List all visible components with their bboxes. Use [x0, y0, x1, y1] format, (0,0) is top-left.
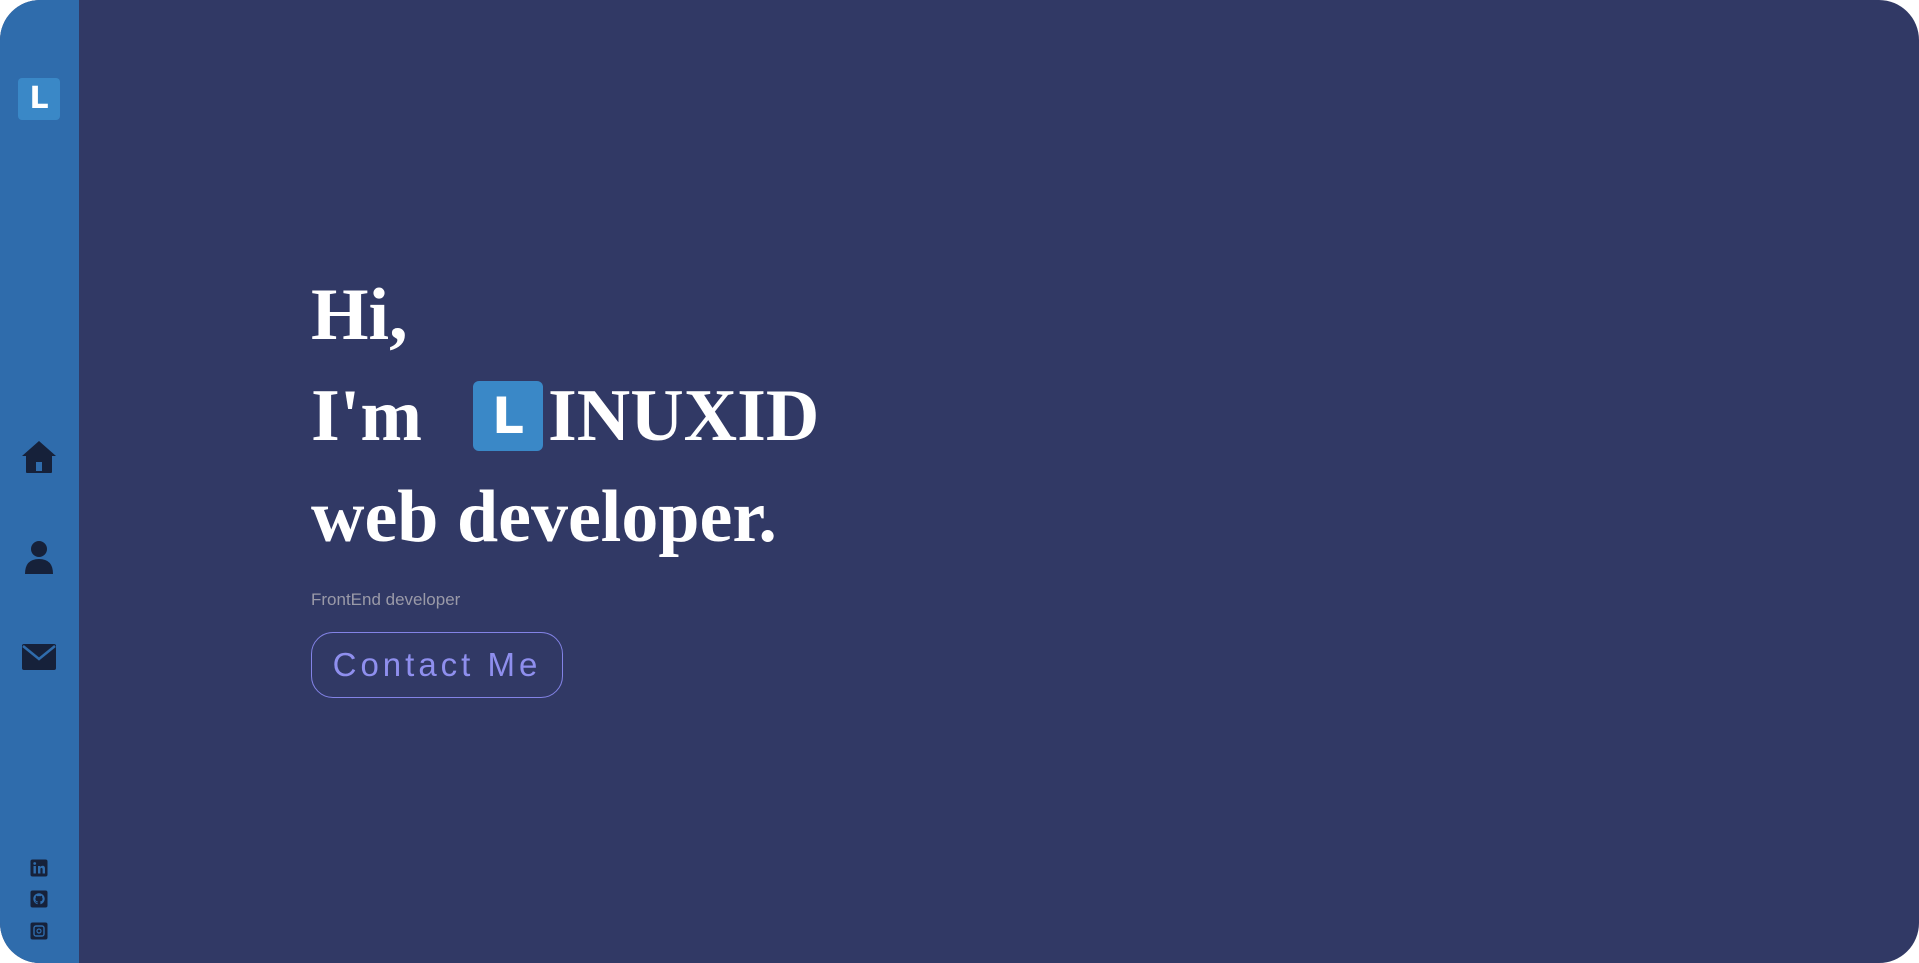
greeting-heading: Hi, — [311, 274, 408, 356]
role-heading: web developer. — [311, 476, 777, 558]
linkedin-icon[interactable] — [30, 859, 48, 877]
codepen-icon[interactable] — [30, 922, 48, 940]
app-window: L Hi, I'm L INUXID web developer. FrontE… — [0, 0, 1919, 963]
intro-prefix: I'm — [311, 375, 422, 457]
mail-icon[interactable] — [20, 638, 58, 676]
sidebar: L — [0, 0, 79, 963]
name-badge: L — [473, 381, 543, 451]
logo[interactable]: L — [18, 78, 60, 120]
user-icon[interactable] — [20, 538, 58, 576]
logo-letter: L — [29, 81, 49, 116]
home-icon[interactable] — [20, 438, 58, 476]
name-text: INUXID — [548, 375, 820, 457]
name-badge-letter: L — [492, 387, 524, 445]
contact-me-button[interactable]: Contact Me — [311, 632, 563, 698]
github-icon[interactable] — [30, 890, 48, 908]
subtitle: FrontEnd developer — [311, 590, 461, 609]
